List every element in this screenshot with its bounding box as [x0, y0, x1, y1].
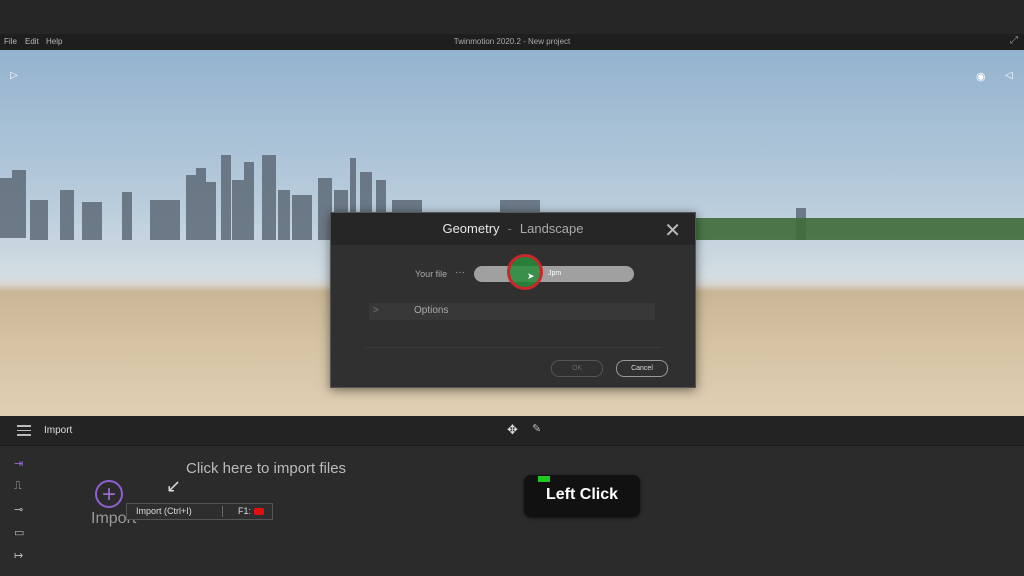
import-panel: ⇥ ⎍ ⊸ ▭ ↦ + Import Click here to import … [0, 446, 1024, 576]
move-icon[interactable]: ✥ [507, 422, 518, 438]
terrain-icon[interactable]: ⎍ [14, 480, 22, 493]
menu-bar: File Edit Help Twinmotion 2020.2 - New p… [0, 34, 1024, 50]
export-icon[interactable]: ↦ [14, 549, 23, 562]
cursor-icon: ➤ [527, 271, 535, 281]
help-key-swatch [254, 508, 264, 515]
import-dialog: Geometry - Landscape ✕ Your file ··· Jpm ➤… [330, 212, 696, 388]
hint-arrow-icon: ↙ [166, 476, 182, 496]
slider-icon[interactable]: ⊸ [14, 503, 23, 516]
toolbar: Import ✥ ✎ [0, 416, 1024, 446]
app-title: Twinmotion 2020.2 - New project [453, 37, 571, 46]
browse-button[interactable]: ··· [455, 267, 465, 278]
media-icon[interactable]: ▭ [14, 526, 24, 539]
cancel-button[interactable]: Cancel [616, 360, 668, 377]
tooltip-shortcut: Import (Ctrl+I) [136, 506, 192, 516]
options-label: Options [414, 305, 449, 316]
click-badge: Left Click [524, 475, 640, 517]
dialog-tabs: Geometry - Landscape [331, 221, 695, 236]
divider [365, 347, 661, 348]
dialog-header: Geometry - Landscape ✕ [331, 213, 695, 245]
title-bar [0, 0, 1024, 34]
click-badge-label: Left Click [545, 486, 618, 503]
hamburger-icon[interactable] [17, 425, 31, 439]
eye-icon[interactable]: ◉ [976, 70, 986, 83]
play-icon[interactable]: ▷ [10, 70, 18, 81]
file-path-field[interactable]: Jpm [474, 266, 634, 282]
ok-button[interactable]: OK [551, 360, 603, 377]
tab-separator: - [507, 221, 512, 236]
plus-icon[interactable]: + [95, 480, 123, 508]
options-expander[interactable]: > Options [369, 303, 655, 320]
tooltip: Import (Ctrl+I) F1: [126, 503, 273, 520]
import-icon[interactable]: ⇥ [14, 457, 23, 470]
file-label: Your file [415, 269, 448, 279]
maximize-icon[interactable]: ⤢ [1010, 35, 1018, 46]
click-indicator [538, 476, 550, 482]
toolbar-title: Import [44, 425, 73, 436]
chevron-right-icon: > [373, 305, 379, 316]
tab-geometry[interactable]: Geometry [442, 221, 499, 236]
click-highlight [507, 254, 543, 290]
pipette-icon[interactable]: ✎ [532, 422, 541, 435]
tooltip-help: F1: [238, 506, 252, 516]
tooltip-divider [222, 506, 223, 517]
collapse-icon[interactable]: ◁ [1005, 70, 1013, 81]
close-icon[interactable]: ✕ [664, 218, 681, 243]
file-path-value: Jpm [548, 270, 562, 277]
tab-landscape[interactable]: Landscape [520, 221, 584, 236]
hint-text: Click here to import files [186, 460, 347, 477]
